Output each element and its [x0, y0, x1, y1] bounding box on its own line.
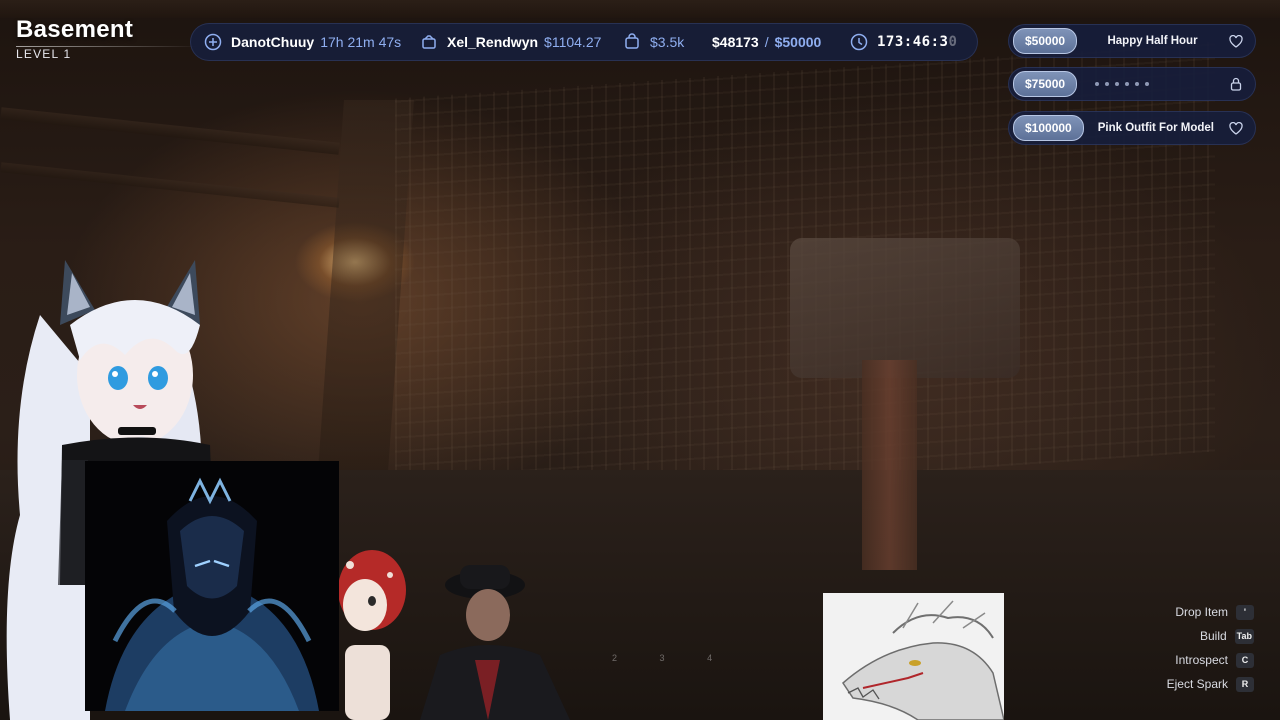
timer-main: 173:46:3 [877, 34, 949, 50]
location-name: Basement [16, 16, 134, 43]
hotbar-slot: 3 [659, 653, 665, 663]
dragon-sketch-image [823, 593, 1004, 720]
hotbar-slots: 2 3 4 [612, 653, 712, 663]
goal-label: Happy Half Hour [1107, 35, 1198, 47]
hidden-dots [1095, 82, 1150, 86]
heart-icon [1228, 33, 1244, 49]
keybind-label: Eject Spark [1166, 677, 1228, 691]
keybind-label: Build [1199, 629, 1227, 643]
keybind-label: Drop Item [1175, 605, 1228, 619]
keybind-drop-item: Drop Item ' [1114, 600, 1254, 624]
red-haired-npc-illustration [338, 550, 406, 720]
goal-item: $100000 Pink Outfit For Model [1008, 111, 1256, 145]
goal-current: $48173 [712, 34, 759, 50]
location-level: LEVEL 1 [16, 47, 72, 61]
sledgehammer-handle [862, 360, 917, 570]
goal-separator: / [764, 34, 769, 50]
bits-amount: $3.5k [650, 34, 685, 50]
location-divider [16, 46, 201, 47]
donor-name: Xel_Rendwyn [447, 34, 539, 50]
ceiling-beam [0, 0, 1280, 18]
goal-amount: $75000 [1013, 71, 1078, 97]
keybind-label: Introspect [1175, 653, 1228, 667]
plus-circle-icon [204, 33, 222, 51]
armored-knight-avatar-image [85, 461, 339, 711]
hotbar-slot: 4 [707, 653, 713, 663]
goal-label: Pink Outfit For Model [1097, 122, 1214, 134]
location-indicator: Basement LEVEL 1 [16, 16, 201, 61]
latest-donor: Xel_Rendwyn $1104.27 [420, 23, 601, 61]
timer-value: 173:46:30 [877, 34, 957, 50]
keybind-key: R [1236, 676, 1254, 692]
gift-box-icon [420, 33, 438, 51]
keybind-key: ' [1236, 604, 1254, 620]
keybind-key: C [1236, 652, 1254, 668]
subscriber-name: DanotChuuy [231, 34, 315, 50]
wall-plank [0, 162, 340, 208]
clock-icon [850, 33, 868, 51]
donation-goal: $48173 / $50000 [712, 23, 821, 61]
lock-icon [1228, 76, 1244, 92]
keybind-introspect: Introspect C [1114, 648, 1254, 672]
latest-subscriber: DanotChuuy 17h 21m 47s [204, 23, 401, 61]
donor-amount: $1104.27 [544, 34, 602, 50]
goal-amount: $50000 [1013, 28, 1078, 54]
timer-fading-digit: 0 [948, 34, 958, 50]
wall-plank [0, 107, 340, 155]
subathon-timer: 173:46:30 [850, 23, 957, 61]
keybind-build: Build Tab [1114, 624, 1254, 648]
keybind-eject-spark: Eject Spark R [1114, 672, 1254, 696]
subscriber-duration: 17h 21m 47s [320, 34, 402, 50]
bag-icon [623, 33, 641, 51]
sledgehammer-head [790, 238, 1020, 378]
goal-item-locked: $75000 [1008, 67, 1256, 101]
goal-hidden-label [1077, 82, 1228, 86]
bits-total: $3.5k [623, 23, 684, 61]
hotbar-slot: 2 [612, 653, 618, 663]
goal-item: $50000 Happy Half Hour [1008, 24, 1256, 58]
goal-amount: $100000 [1013, 115, 1084, 141]
heart-icon [1228, 120, 1244, 136]
keybind-hints: Drop Item ' Build Tab Introspect C Eject… [1114, 600, 1254, 696]
stream-stats-bar: DanotChuuy 17h 21m 47s Xel_Rendwyn $1104… [190, 23, 978, 61]
goal-max: $50000 [774, 34, 822, 50]
hat-wearing-npc-illustration [420, 565, 570, 720]
keybind-key: Tab [1234, 628, 1254, 644]
